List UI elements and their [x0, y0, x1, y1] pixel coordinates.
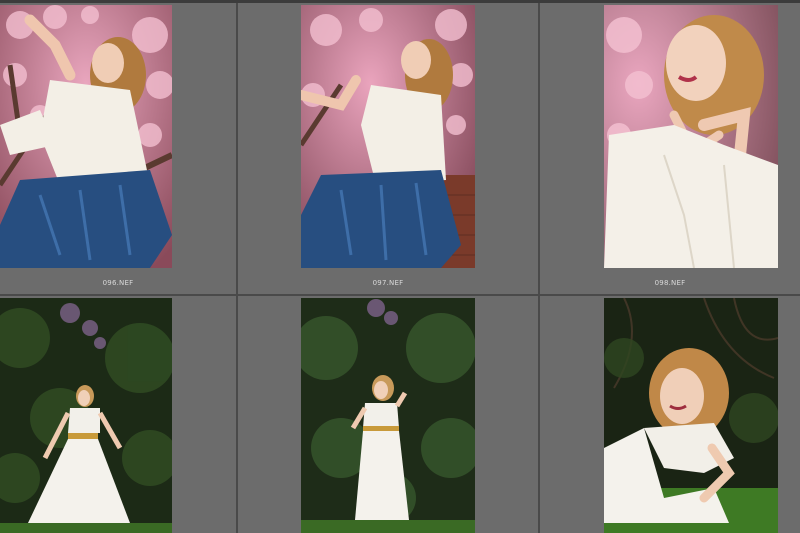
grid-cell-row2-2[interactable] — [238, 296, 538, 533]
thumbnail-grid: 096.NEF 097.NEF 098.NEF — [0, 0, 800, 533]
filename-098: 098.NEF — [654, 279, 686, 287]
grid-cell-097[interactable]: 097.NEF — [238, 3, 538, 294]
grid-cell-096[interactable]: 096.NEF — [0, 3, 236, 294]
thumbnail-row2-2[interactable] — [301, 298, 475, 533]
grid-cell-row2-1[interactable] — [0, 296, 236, 533]
grid-cell-row2-3[interactable] — [540, 296, 800, 533]
grid-cell-098[interactable]: 098.NEF — [540, 3, 800, 294]
thumbnail-row2-1[interactable] — [0, 298, 172, 533]
thumbnail-096[interactable] — [0, 5, 172, 268]
filename-096: 096.NEF — [102, 279, 134, 287]
thumbnail-098[interactable] — [604, 5, 778, 268]
thumbnail-row2-3[interactable] — [604, 298, 778, 533]
thumbnail-097[interactable] — [301, 5, 475, 268]
filename-097: 097.NEF — [372, 279, 404, 287]
